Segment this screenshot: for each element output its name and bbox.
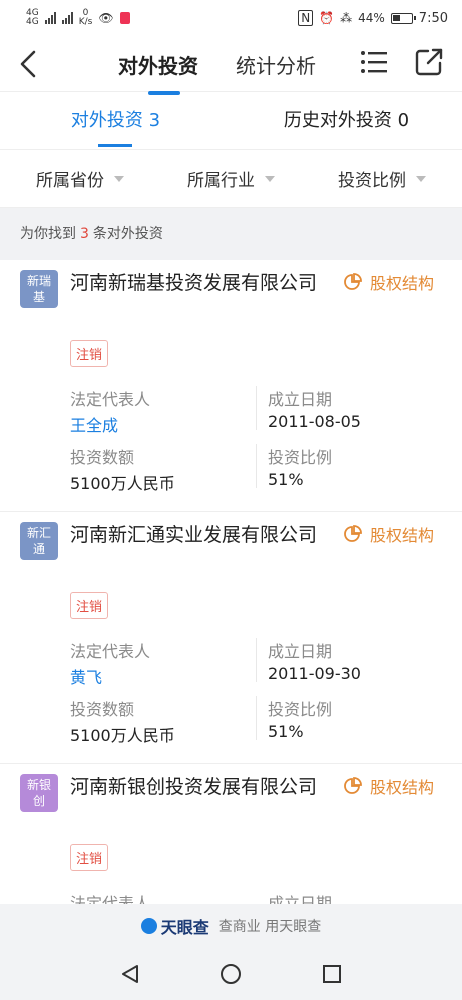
brand-footer: 天眼查 查商业 用天眼查 xyxy=(0,904,462,948)
found-date-value: 2011-09-30 xyxy=(268,664,361,683)
back-arrow-icon[interactable] xyxy=(14,48,44,80)
caret-down-icon xyxy=(114,175,124,182)
company-logo: 新瑞基 xyxy=(20,270,58,308)
ratio-value: 51% xyxy=(268,722,304,741)
ratio-value: 51% xyxy=(268,470,304,489)
equity-structure-button[interactable]: 股权结构 xyxy=(344,270,434,294)
brand-name: 天眼查 xyxy=(160,918,209,937)
found-date-value: 2011-08-05 xyxy=(268,412,361,431)
network-speed: 0 K/s xyxy=(78,8,93,27)
system-nav-bar xyxy=(0,948,462,1000)
company-name[interactable]: 河南新汇通实业发展有限公司 xyxy=(70,520,320,550)
status-badge: 注销 xyxy=(70,340,109,367)
equity-label: 股权结构 xyxy=(370,778,435,797)
status-badge: 注销 xyxy=(70,592,109,619)
brand-slogan: 查商业 用天眼查 xyxy=(218,919,322,935)
battery-percent: 44% xyxy=(358,11,385,25)
legal-rep-label: 法定代表人 xyxy=(70,390,151,409)
company-logo: 新汇通 xyxy=(20,522,58,560)
list-menu-icon[interactable] xyxy=(360,49,388,75)
amount-value: 5100万人民币 xyxy=(70,726,175,745)
filter-province[interactable]: 所属省份 xyxy=(36,166,124,191)
tianyancha-logo-icon xyxy=(140,918,157,934)
equity-structure-button[interactable]: 股权结构 xyxy=(344,522,434,546)
equity-label: 股权结构 xyxy=(370,526,435,545)
filter-province-label: 所属省份 xyxy=(36,171,104,191)
share-icon[interactable] xyxy=(414,47,444,77)
company-card[interactable]: 新汇通 河南新汇通实业发展有限公司 股权结构 注销 法定代表人 成立日期 黄飞 … xyxy=(0,512,462,764)
divider xyxy=(256,638,257,682)
status-badge: 注销 xyxy=(70,844,109,871)
nav-home-icon[interactable] xyxy=(219,962,243,986)
battery-icon xyxy=(390,12,416,24)
bluetooth-icon: ⁂ xyxy=(340,11,353,25)
ratio-label: 投资比例 xyxy=(268,700,333,719)
company-name[interactable]: 河南新银创投资发展有限公司 xyxy=(70,772,320,802)
filter-ratio[interactable]: 投资比例 xyxy=(338,166,426,191)
legal-rep-link[interactable]: 黄飞 xyxy=(70,664,102,688)
header-nav: 对外投资 统计分析 xyxy=(0,36,462,95)
company-card[interactable]: 新银创 河南新银创投资发展有限公司 股权结构 注销 法定代表人 成立日期 xyxy=(0,764,462,914)
tab-outbound-investment[interactable]: 对外投资 xyxy=(118,50,198,95)
divider xyxy=(256,696,257,740)
filter-ratio-label: 投资比例 xyxy=(338,171,406,191)
brand-logo: 天眼查 xyxy=(140,914,209,938)
filter-bar: 所属省份 所属行业 投资比例 xyxy=(0,150,462,208)
caret-down-icon xyxy=(265,175,275,182)
clock: 7:50 xyxy=(418,10,448,26)
app-icon xyxy=(119,12,130,24)
result-prefix: 为你找到 xyxy=(20,226,76,242)
pie-chart-icon xyxy=(344,525,362,542)
result-suffix: 条对外投资 xyxy=(92,226,163,242)
legal-rep-link[interactable]: 王全成 xyxy=(70,412,118,436)
equity-label: 股权结构 xyxy=(370,274,435,293)
ratio-label: 投资比例 xyxy=(268,448,333,467)
company-logo: 新银创 xyxy=(20,774,58,812)
filter-industry[interactable]: 所属行业 xyxy=(187,166,275,191)
status-bar: 4G 4G 0 K/s 👁 N ⏰ ⁂ 44% 7:50 xyxy=(0,0,462,36)
company-name[interactable]: 河南新瑞基投资发展有限公司 xyxy=(70,268,320,298)
alarm-icon: ⏰ xyxy=(319,11,335,25)
filter-industry-label: 所属行业 xyxy=(187,171,255,191)
divider xyxy=(256,386,257,430)
company-card[interactable]: 新瑞基 河南新瑞基投资发展有限公司 股权结构 注销 法定代表人 成立日期 王全成… xyxy=(0,260,462,512)
amount-value: 5100万人民币 xyxy=(70,474,175,493)
pie-chart-icon xyxy=(344,273,362,290)
subtab-current-investment[interactable]: 对外投资 3 xyxy=(0,92,231,149)
caret-down-icon xyxy=(416,175,426,182)
subtab-history-investment[interactable]: 历史对外投资 0 xyxy=(231,92,462,149)
nfc-icon: N xyxy=(298,10,314,26)
signal-icon: 4G 4G xyxy=(26,8,39,27)
amount-label: 投资数额 xyxy=(70,700,135,719)
nav-recents-icon[interactable] xyxy=(321,963,343,985)
nav-back-icon[interactable] xyxy=(119,963,141,985)
result-count-bar: 为你找到 3 条对外投资 xyxy=(0,208,462,260)
nav-tabs: 对外投资 统计分析 xyxy=(118,36,316,95)
found-date-label: 成立日期 xyxy=(268,642,333,661)
sub-tabs: 对外投资 3 历史对外投资 0 xyxy=(0,92,462,150)
signal-bars-icon xyxy=(44,12,56,24)
divider xyxy=(256,444,257,488)
amount-label: 投资数额 xyxy=(70,448,135,467)
legal-rep-label: 法定代表人 xyxy=(70,642,151,661)
eye-icon: 👁 xyxy=(98,11,114,25)
found-date-label: 成立日期 xyxy=(268,390,333,409)
result-count: 3 xyxy=(80,226,89,242)
tab-statistics[interactable]: 统计分析 xyxy=(236,50,316,79)
equity-structure-button[interactable]: 股权结构 xyxy=(344,774,434,798)
signal-bars-icon-2 xyxy=(61,12,73,24)
pie-chart-icon xyxy=(344,777,362,794)
